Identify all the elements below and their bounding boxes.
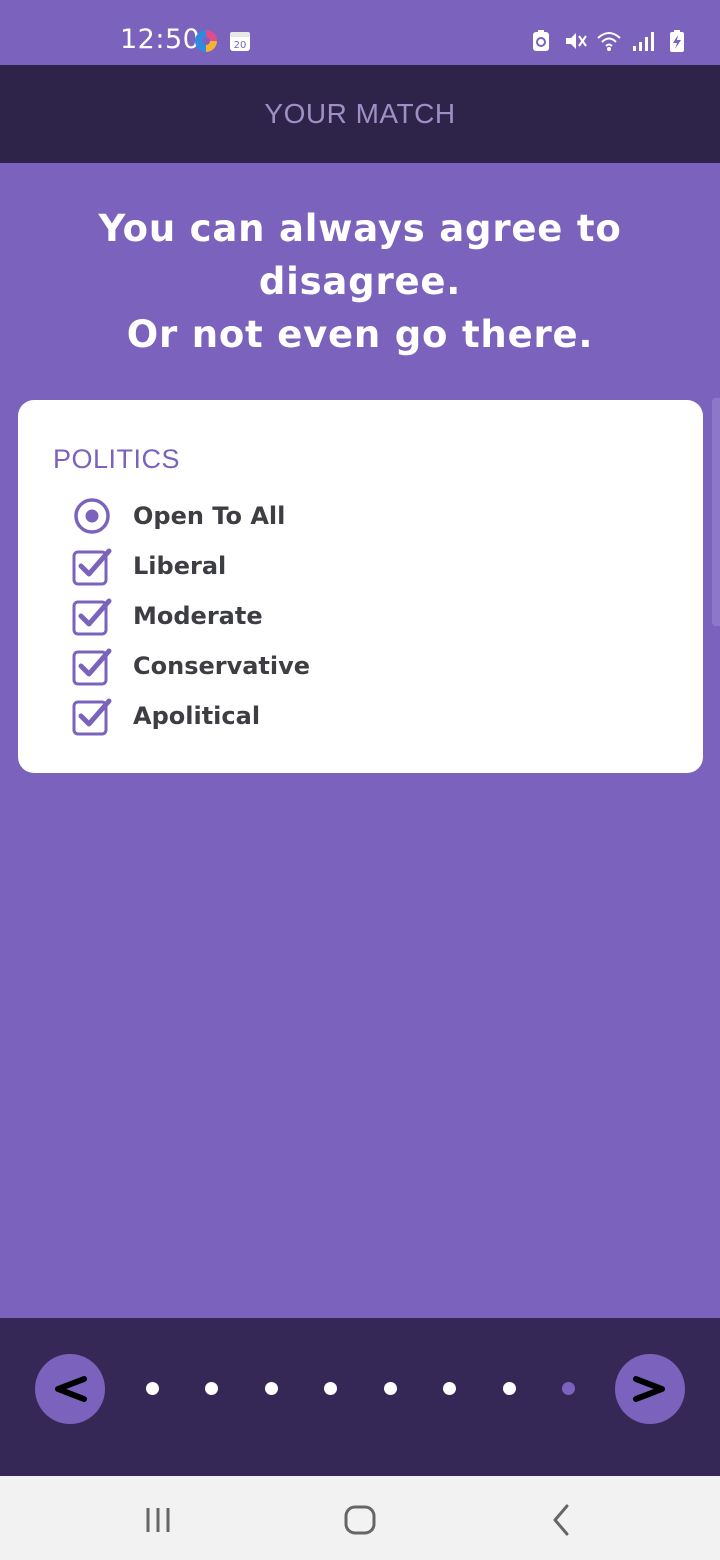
next-button[interactable] bbox=[615, 1354, 685, 1424]
back-icon[interactable] bbox=[541, 1500, 581, 1540]
checkbox-checked-icon[interactable] bbox=[72, 596, 112, 636]
page-title: YOUR MATCH bbox=[264, 98, 456, 129]
option-label: Open To All bbox=[133, 502, 286, 530]
checkbox-checked-icon[interactable] bbox=[72, 696, 112, 736]
edge-browser-icon bbox=[193, 28, 219, 54]
option-label: Apolitical bbox=[133, 702, 261, 730]
page-dot-6[interactable] bbox=[443, 1382, 456, 1395]
option-open-to-all[interactable]: Open To All bbox=[72, 496, 472, 536]
calendar-icon: 20 bbox=[227, 28, 253, 54]
headline: You can always agree to disagree. Or not… bbox=[20, 202, 700, 361]
wifi-icon bbox=[596, 28, 622, 54]
previous-button[interactable] bbox=[35, 1354, 105, 1424]
radio-selected-icon[interactable] bbox=[72, 496, 112, 536]
page-dot-5[interactable] bbox=[384, 1382, 397, 1395]
option-moderate[interactable]: Moderate bbox=[72, 596, 472, 636]
vibrate-mute-icon bbox=[562, 28, 588, 54]
option-label: Moderate bbox=[133, 602, 263, 630]
page-dot-8-active[interactable] bbox=[562, 1382, 575, 1395]
page-dot-7[interactable] bbox=[503, 1382, 516, 1395]
page-dot-3[interactable] bbox=[265, 1382, 278, 1395]
chevron-right-icon bbox=[633, 1376, 665, 1402]
headline-line-2: Or not even go there. bbox=[126, 313, 594, 356]
page-dot-2[interactable] bbox=[205, 1382, 218, 1395]
option-label: Conservative bbox=[133, 652, 311, 680]
option-apolitical[interactable]: Apolitical bbox=[72, 696, 472, 736]
pager-bar bbox=[0, 1318, 720, 1476]
politics-card: POLITICS Open To All Liberal Moderate Co… bbox=[18, 400, 703, 773]
signal-icon bbox=[630, 28, 656, 54]
option-liberal[interactable]: Liberal bbox=[72, 546, 472, 586]
battery-charging-icon bbox=[664, 28, 690, 54]
chevron-left-icon bbox=[55, 1376, 87, 1402]
status-time: 12:50 bbox=[120, 24, 201, 55]
option-conservative[interactable]: Conservative bbox=[72, 646, 472, 686]
page-dot-1[interactable] bbox=[146, 1382, 159, 1395]
section-title: POLITICS bbox=[53, 444, 181, 474]
checkbox-checked-icon[interactable] bbox=[72, 646, 112, 686]
status-bar: 12:50 20 bbox=[0, 0, 720, 65]
system-nav-bar bbox=[0, 1476, 720, 1560]
battery-saver-icon bbox=[528, 28, 554, 54]
home-icon[interactable] bbox=[340, 1500, 380, 1540]
page-dot-4[interactable] bbox=[324, 1382, 337, 1395]
headline-line-1: You can always agree to disagree. bbox=[98, 207, 622, 303]
app-header: YOUR MATCH bbox=[0, 65, 720, 163]
svg-text:20: 20 bbox=[234, 40, 247, 51]
scrollbar[interactable] bbox=[712, 398, 720, 626]
recent-apps-icon[interactable] bbox=[139, 1500, 179, 1540]
checkbox-checked-icon[interactable] bbox=[72, 546, 112, 586]
option-label: Liberal bbox=[133, 552, 227, 580]
